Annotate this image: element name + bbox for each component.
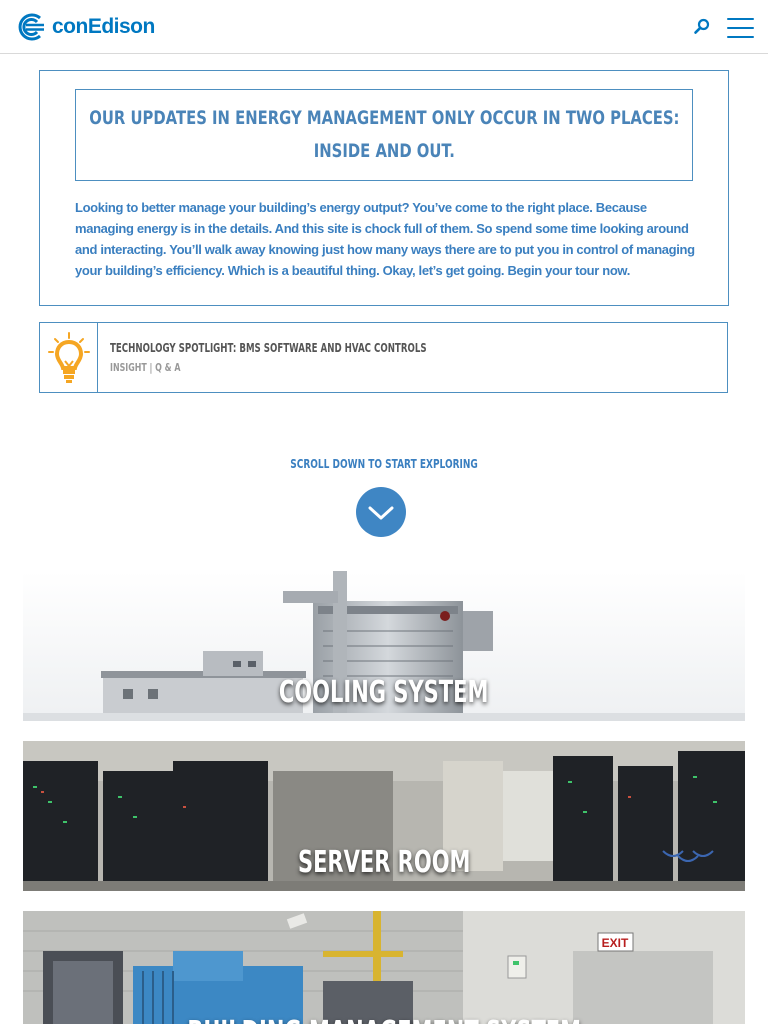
- server-room-title: Server Room: [297, 845, 471, 880]
- cooling-system-tile[interactable]: Cooling System: [23, 571, 745, 721]
- chevron-down-icon: [368, 506, 394, 520]
- brand-name: conEdison: [52, 15, 155, 38]
- cooling-system-title: Cooling System: [279, 675, 489, 710]
- building-management-system-image: EXIT: [23, 911, 745, 1024]
- spotlight-title: Technology Spotlight: BMS Software and H…: [110, 341, 427, 355]
- spotlight-meta: Insight | Q & A: [110, 361, 181, 374]
- building-management-system-tile[interactable]: EXIT Building Management System: [23, 911, 745, 1024]
- lightbulb-icon: [40, 323, 98, 392]
- page-headline: Our updates in energy management only oc…: [89, 102, 679, 168]
- con-edison-c-logo-icon: [18, 13, 44, 41]
- scroll-down-button[interactable]: [356, 487, 406, 537]
- hamburger-line: [727, 36, 754, 38]
- hamburger-menu-icon: [727, 18, 754, 20]
- headline-line-1: Our updates in energy management only oc…: [88, 107, 680, 129]
- intro-panel: Our updates in energy management only oc…: [39, 70, 729, 306]
- site-header: conEdison: [0, 0, 768, 54]
- server-room-tile[interactable]: Server Room: [23, 741, 745, 891]
- intro-paragraph: Looking to better manage your building’s…: [75, 200, 695, 278]
- headline-line-2: inside and out.: [313, 140, 455, 162]
- menu-button[interactable]: [727, 18, 754, 38]
- svg-text:EXIT: EXIT: [602, 936, 629, 950]
- headline-box: Our updates in energy management only oc…: [75, 89, 693, 181]
- brand-logo[interactable]: conEdison: [14, 13, 155, 41]
- technology-spotlight-card[interactable]: Technology Spotlight: BMS Software and H…: [39, 322, 728, 393]
- search-button[interactable]: [690, 15, 714, 39]
- scroll-prompt-label: Scroll down to start exploring: [290, 457, 478, 471]
- scroll-prompt: Scroll down to start exploring: [0, 457, 768, 471]
- hamburger-line: [727, 27, 754, 29]
- building-management-system-title: Building Management System: [23, 1015, 745, 1024]
- search-icon: [694, 18, 710, 34]
